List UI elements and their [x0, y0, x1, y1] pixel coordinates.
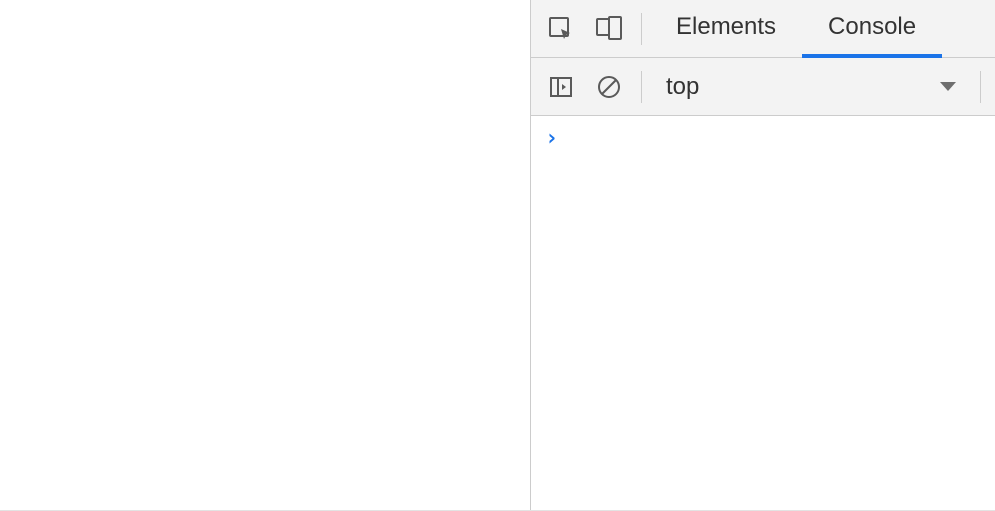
console-prompt-symbol: ›: [545, 126, 558, 151]
console-toolbar: top: [531, 58, 995, 116]
execution-context-value: top: [666, 73, 699, 101]
divider: [980, 71, 981, 103]
divider: [641, 13, 642, 45]
execution-context-dropdown[interactable]: top: [650, 65, 972, 109]
toggle-sidebar-icon[interactable]: [537, 63, 585, 111]
devtools-panel: Elements Console top ›: [530, 0, 995, 510]
page-preview-pane: [0, 0, 530, 510]
devtools-tabbar: Elements Console: [531, 0, 995, 58]
chevron-down-icon: [940, 82, 956, 91]
tab-elements[interactable]: Elements: [650, 0, 802, 58]
device-toggle-icon[interactable]: [585, 5, 633, 53]
tab-console-label: Console: [828, 13, 916, 41]
tab-console[interactable]: Console: [802, 0, 942, 58]
clear-console-icon[interactable]: [585, 63, 633, 111]
divider: [641, 71, 642, 103]
tab-elements-label: Elements: [676, 13, 776, 41]
inspect-element-icon[interactable]: [537, 5, 585, 53]
console-output-area[interactable]: ›: [531, 116, 995, 510]
